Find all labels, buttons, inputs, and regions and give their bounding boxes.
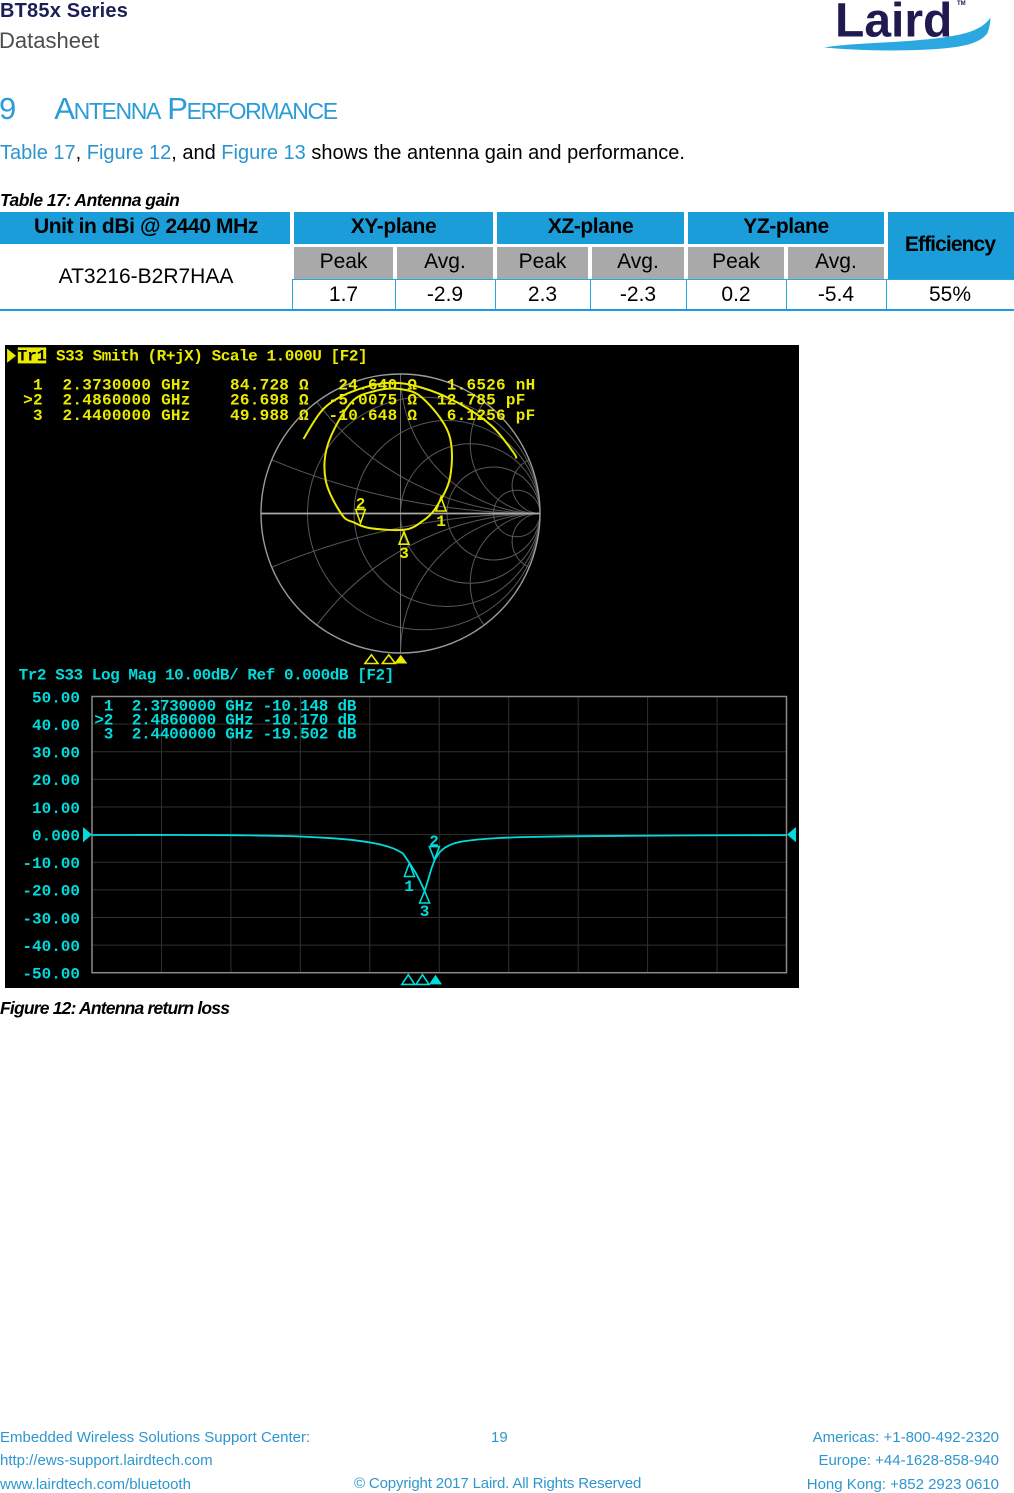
svg-text:40.00: 40.00 <box>32 717 80 735</box>
svg-text:3: 3 <box>420 903 430 921</box>
svg-text:-20.00: -20.00 <box>22 883 80 901</box>
svg-text:Laird: Laird <box>835 0 952 48</box>
svg-text:3 2.4400000 GHz -19.502 dB: 3 2.4400000 GHz -19.502 dB <box>85 726 357 744</box>
svg-text:Tr1: Tr1 <box>18 347 47 365</box>
svg-text:1: 1 <box>404 878 414 896</box>
svg-text:-10.00: -10.00 <box>22 855 80 873</box>
svg-text:3: 3 <box>399 545 409 563</box>
svg-text:TM: TM <box>957 1 966 7</box>
svg-text:0.000: 0.000 <box>32 827 80 845</box>
svg-text:-40.00: -40.00 <box>22 938 80 956</box>
svg-text:2: 2 <box>356 496 366 514</box>
svg-text:Tr2 S33 Log Mag 10.00dB/ Ref 0: Tr2 S33 Log Mag 10.00dB/ Ref 0.000dB [F2… <box>19 667 394 685</box>
svg-text:-50.00: -50.00 <box>22 966 80 984</box>
svg-text:20.00: 20.00 <box>32 772 80 790</box>
svg-text:-30.00: -30.00 <box>22 910 80 928</box>
svg-text:S33 Smith (R+jX) Scale 1.000U: S33 Smith (R+jX) Scale 1.000U [F2] <box>56 348 367 366</box>
svg-text:2: 2 <box>429 833 439 851</box>
svg-text:1: 1 <box>436 513 446 531</box>
svg-text:10.00: 10.00 <box>32 800 80 818</box>
svg-text:50.00: 50.00 <box>32 689 80 707</box>
svg-text:30.00: 30.00 <box>32 745 80 763</box>
svg-text:3 2.4400000 GHz 49.988 Ω: 3 2.4400000 GHz 49.988 Ω -10.648 Ω 6.125… <box>13 407 535 425</box>
